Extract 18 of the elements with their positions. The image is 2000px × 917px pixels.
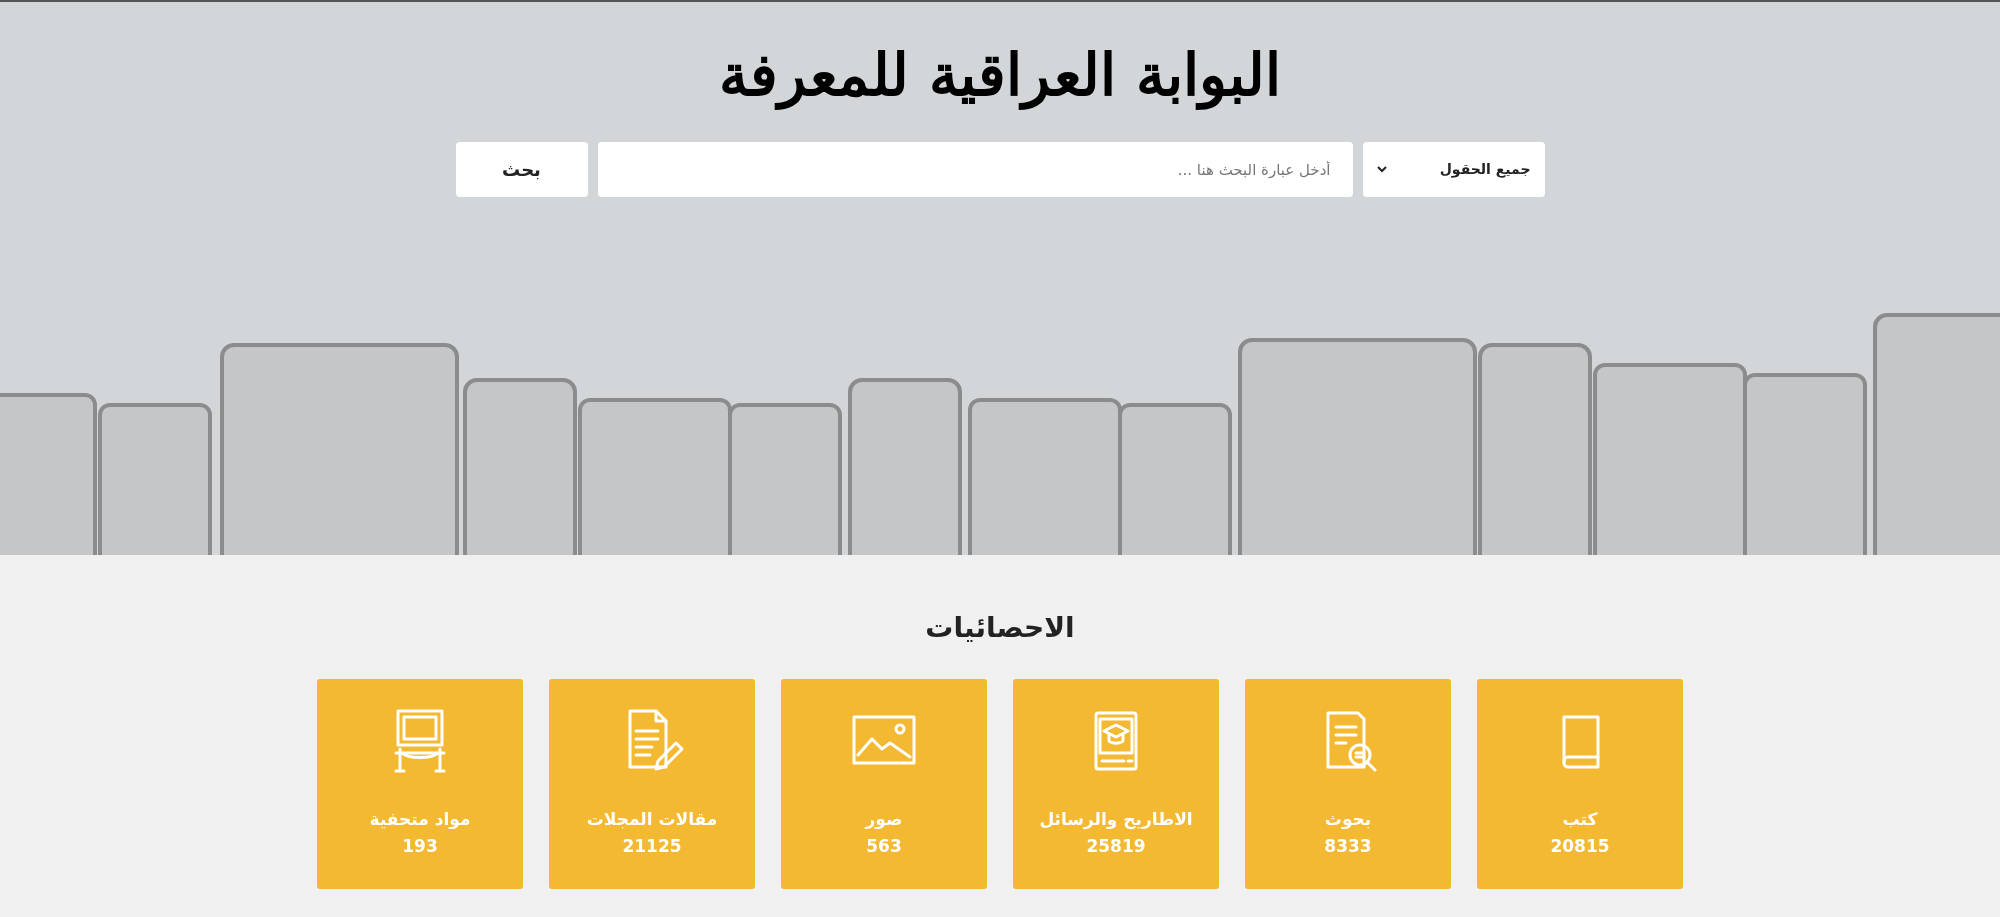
stat-label: بحوث <box>1324 808 1372 831</box>
stat-count: 20815 <box>1550 835 1610 858</box>
section-heading: الاحصائيات <box>925 610 1075 646</box>
stat-count: 8333 <box>1324 835 1372 858</box>
chevron-down-icon <box>1376 166 1387 173</box>
stat-count: 21125 <box>622 835 682 858</box>
stat-label: مواد متحفية <box>369 808 471 831</box>
stat-count: 25819 <box>1086 835 1146 858</box>
search-button[interactable]: بحث <box>455 142 588 197</box>
site-logo: البوابة العراقية للمعرفة <box>718 40 1282 112</box>
stat-label: مقالات المجلات <box>586 808 718 831</box>
stat-count: 193 <box>402 835 438 858</box>
stat-label: كتب <box>1562 808 1598 831</box>
stat-count: 563 <box>866 835 902 858</box>
search-scope-label: جميع الحقول <box>1439 160 1531 180</box>
stat-label: صور <box>865 808 903 831</box>
stat-label: الاطاريح والرسائل <box>1039 808 1193 832</box>
search-scope-dropdown[interactable]: جميع الحقول <box>1362 142 1545 197</box>
